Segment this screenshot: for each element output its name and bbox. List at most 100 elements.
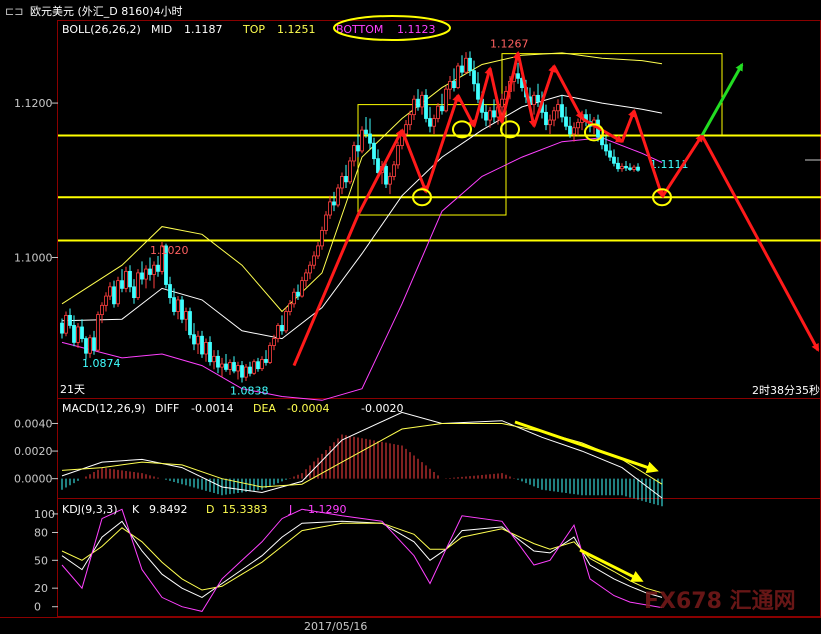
candle-body [408,114,412,126]
candle-body [280,325,284,332]
candle-body [456,65,460,89]
candle-body [572,127,576,135]
candle-body [260,358,264,370]
candle-body [132,286,136,299]
candle-body [368,133,372,144]
candle-body [68,314,72,326]
candle-body [532,94,536,106]
kdj-y-tick-label: 20 [34,582,48,595]
candle-body [252,361,256,374]
candle-body [156,264,160,272]
candle-body [420,94,424,108]
boll-top-line [61,52,663,313]
candle-body [80,326,84,339]
kdj-d-value: 15.3383 [222,503,268,516]
window-icon: ⊏⊐ [5,5,23,18]
candle-body [360,129,364,152]
candle-body [152,264,156,275]
candle-body [100,304,104,316]
boll-indicator-label: BOLL(26,26,2) [62,23,141,36]
candle-body [452,81,456,89]
kdj-d-label: D [206,503,214,516]
candle-body [564,116,568,127]
kdj-panel: 0 20 50 80 100 [34,508,663,614]
candle-body [448,81,452,90]
candle-body [248,366,252,374]
price-annotation: 1.0874 [82,357,121,370]
candle-body [396,145,400,166]
kdj-j-label: J [288,503,292,516]
candle-body [220,363,224,368]
macd-dea-label: DEA [253,402,276,415]
boll-bottom-line [61,137,663,401]
candle-body [292,291,296,305]
candle-body [548,119,552,126]
candle-body [352,145,356,162]
price-panel: 1.10001.12001.10201.08741.08381.12671.11… [14,37,821,401]
candle-body [104,295,108,306]
candle-body [608,150,612,158]
macd-y-tick-label: 0.0040 [14,417,53,430]
candle-body [428,118,432,127]
candle-body [616,162,620,170]
candle-body [124,270,128,289]
candle-body [620,165,624,170]
candle-body [268,345,272,363]
candle-body [92,337,96,351]
candle-body [188,311,192,336]
boll-bottom-value: 1.1123 [397,23,436,36]
candle-body [444,88,448,112]
candle-body [72,325,76,343]
price-panel-frame [57,20,821,399]
kdj-k-line [61,520,663,598]
candle-body [120,280,124,289]
candle-body [316,245,320,257]
period-label: 21天 [60,383,85,396]
kdj-y-tick-label: 0 [34,601,41,614]
candle-body [544,111,548,126]
macd-value: -0.0020 [361,402,403,415]
candle-body [328,201,332,216]
candle-body [628,167,632,170]
candle-body [372,142,376,160]
candle-body [404,124,408,135]
candle-body [536,94,540,102]
kdj-k-label: K [132,503,140,516]
candle-body [136,272,140,299]
candle-body [212,355,216,363]
candle-body [612,156,616,164]
candle-body [196,335,200,345]
candle-body [488,110,492,121]
candle-body [76,326,80,343]
consolidation-box [357,104,507,216]
candle-body [324,214,328,231]
candle-body [176,299,180,312]
candle-body [500,98,504,108]
macd-indicator-label: MACD(12,26,9) [62,402,146,415]
candle-body [180,299,184,320]
candle-body [604,144,608,152]
candle-body [340,176,344,189]
candle-body [256,361,260,370]
trend-arrow [632,110,664,198]
candle-body [144,268,148,280]
macd-diff-label: DIFF [155,402,179,415]
candle-body [116,280,120,305]
macd-dea-value: -0.0004 [287,402,329,415]
candle-body [304,272,308,282]
trend-arrow [620,108,636,143]
candle-body [284,311,288,332]
candle-body [424,94,428,119]
boll-top-value: 1.1251 [277,23,316,36]
kdj-indicator-label: KDJ(9,3,3) [62,503,118,516]
candle-body [560,104,564,118]
trend-arrow [500,50,521,123]
candle-body [388,176,392,185]
candle-body [492,110,496,118]
candle-body [416,98,420,108]
divergence-arrow [514,420,659,474]
candle-body [224,363,228,370]
price-y-tick-label: 1.1000 [14,251,53,264]
candle-body [476,83,480,100]
candle-body [308,264,312,274]
